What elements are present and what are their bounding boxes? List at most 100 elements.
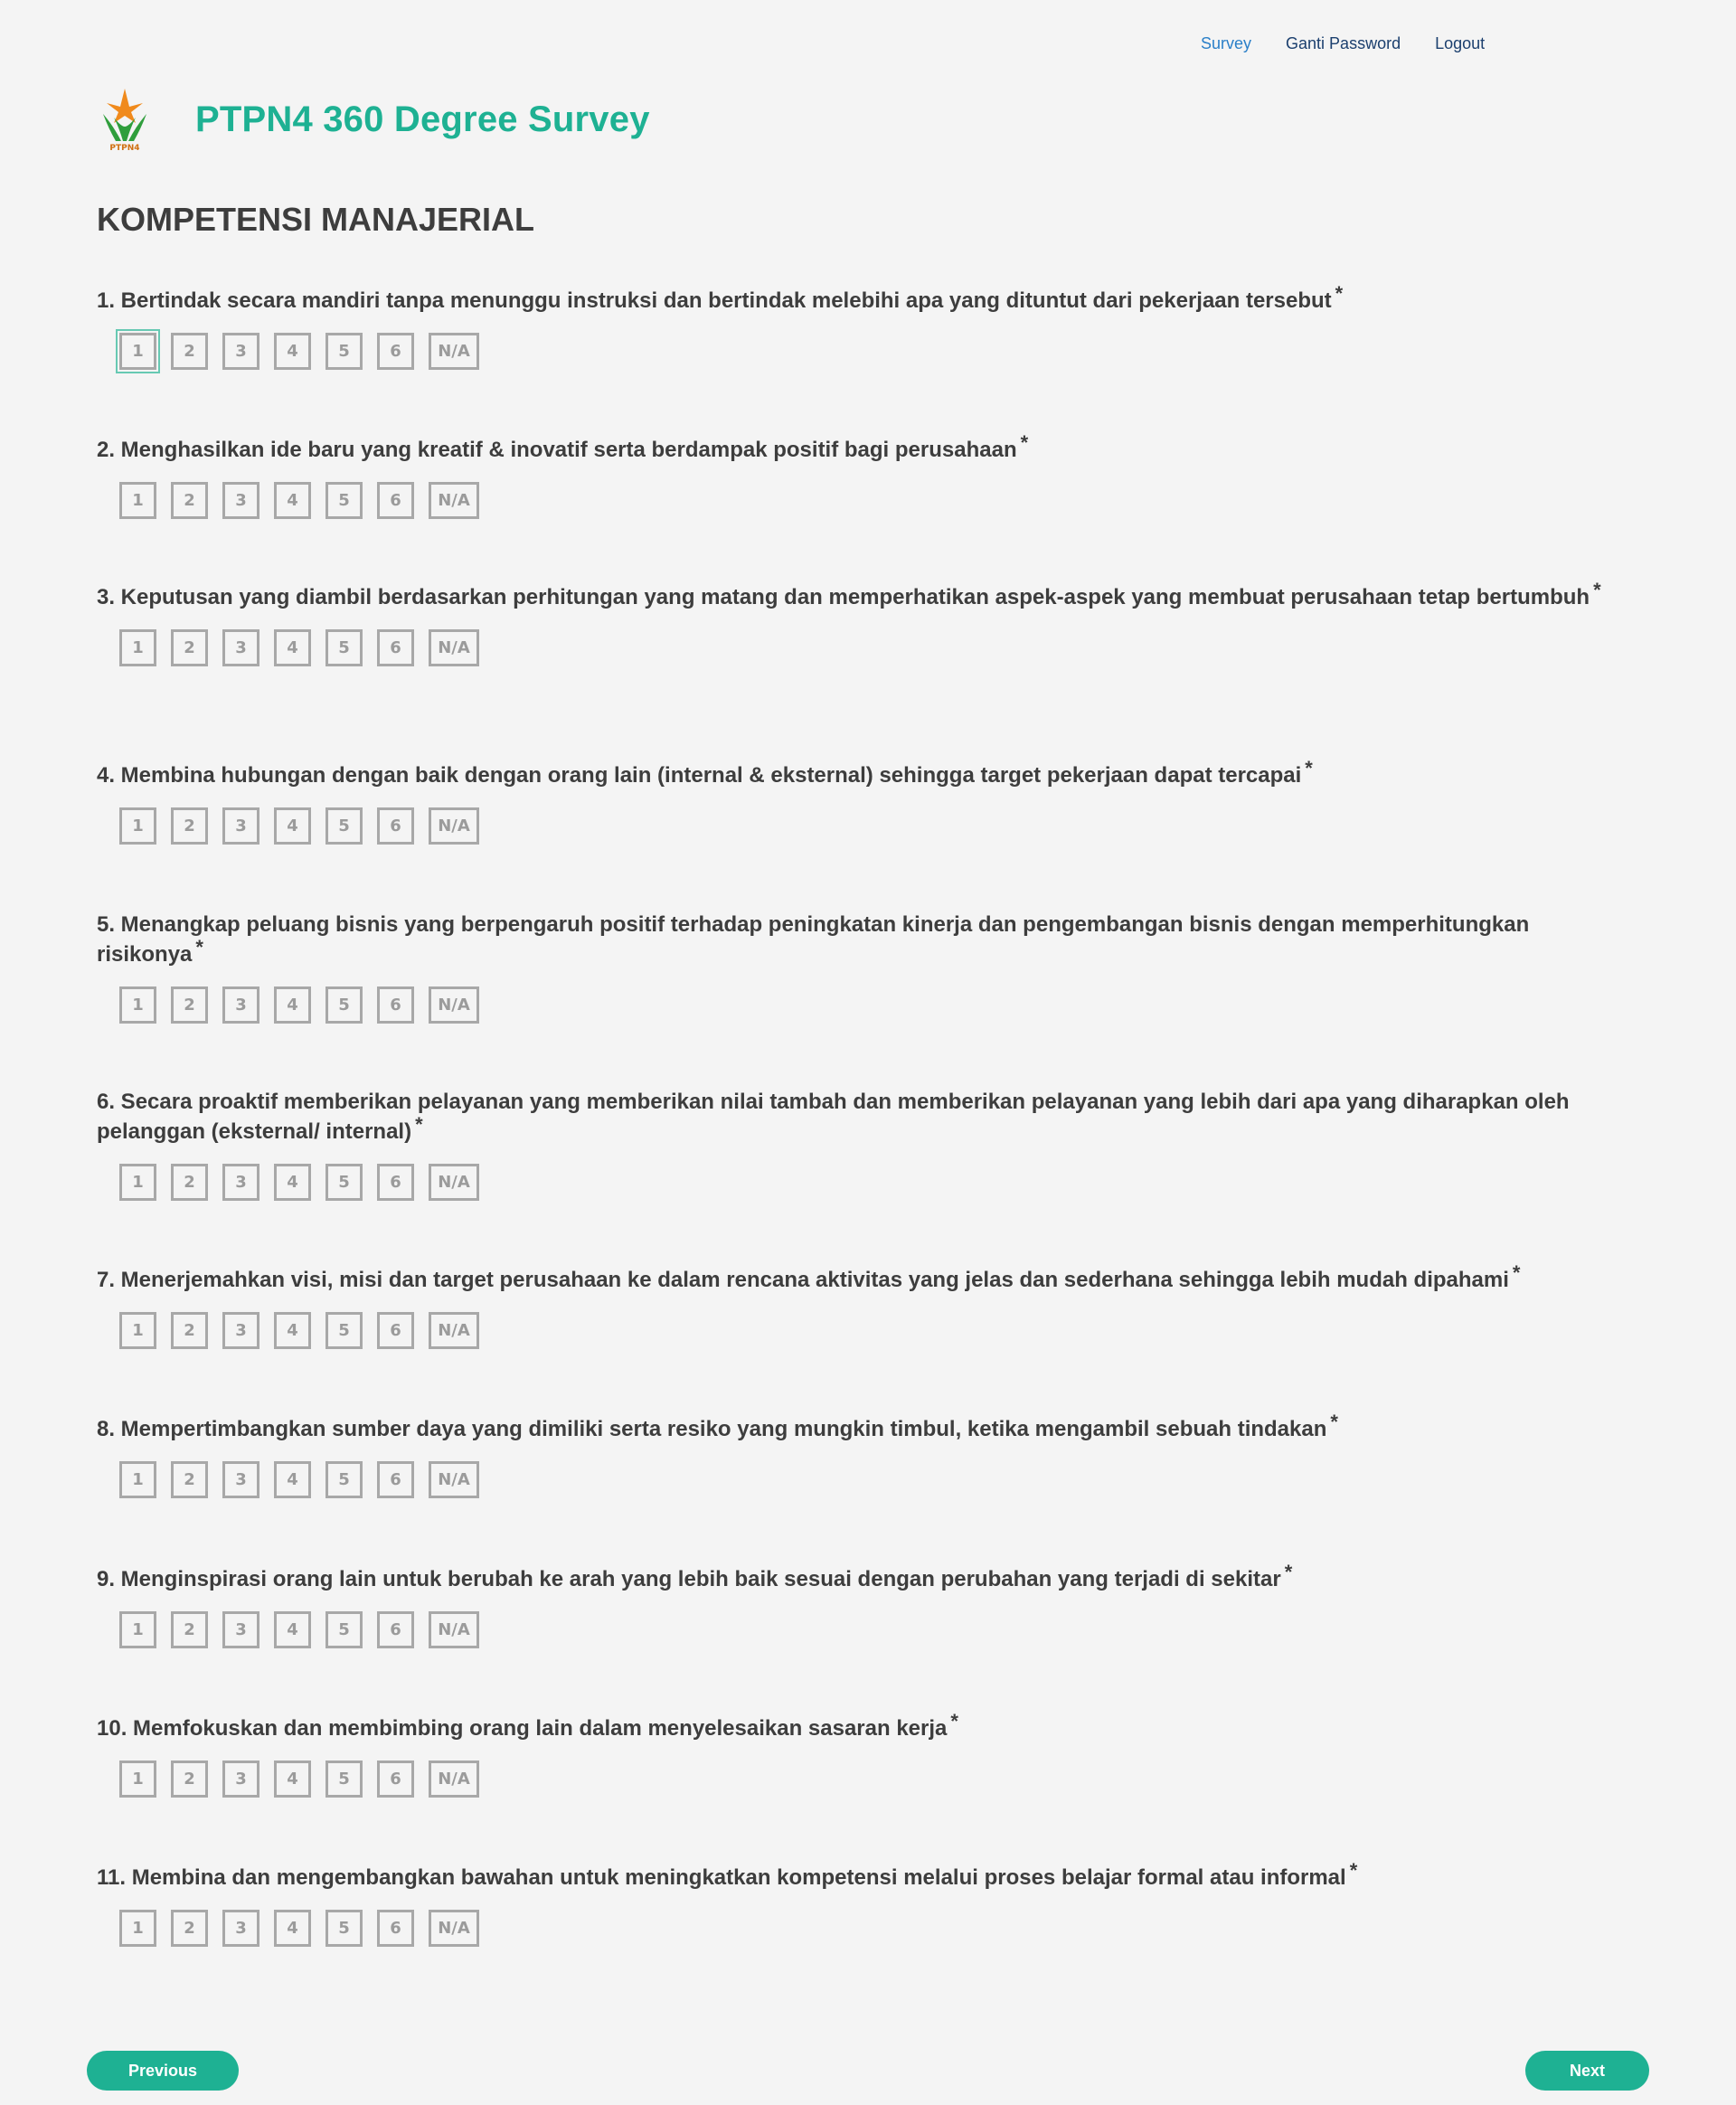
rating-option-5[interactable]: 5 [326, 629, 363, 666]
rating-option-5[interactable]: 5 [326, 1164, 363, 1201]
rating-option-6[interactable]: 6 [377, 1312, 414, 1349]
app-title: PTPN4 360 Degree Survey [195, 99, 650, 139]
rating-option-1[interactable]: 1 [119, 1611, 156, 1648]
rating-option-4[interactable]: 4 [274, 1461, 311, 1498]
rating-option-na[interactable]: N/A [429, 1910, 479, 1947]
rating-option-5[interactable]: 5 [326, 482, 363, 519]
question-text: 11. Membina dan mengembangkan bawahan un… [97, 1859, 1634, 1893]
rating-option-3[interactable]: 3 [222, 1461, 259, 1498]
question-label: 7. Menerjemahkan visi, misi dan target p… [97, 1268, 1509, 1292]
rating-option-2[interactable]: 2 [171, 482, 208, 519]
rating-option-1[interactable]: 1 [119, 482, 156, 519]
rating-option-6[interactable]: 6 [377, 986, 414, 1024]
rating-option-1[interactable]: 1 [119, 1312, 156, 1349]
rating-option-3[interactable]: 3 [222, 1164, 259, 1201]
rating-option-3[interactable]: 3 [222, 807, 259, 845]
rating-option-na[interactable]: N/A [429, 482, 479, 519]
rating-option-6[interactable]: 6 [377, 629, 414, 666]
rating-option-3[interactable]: 3 [222, 629, 259, 666]
previous-button[interactable]: Previous [87, 2051, 239, 2091]
rating-option-4[interactable]: 4 [274, 1164, 311, 1201]
rating-option-4[interactable]: 4 [274, 482, 311, 519]
question-label: 2. Menghasilkan ide baru yang kreatif & … [97, 438, 1017, 462]
rating-option-6[interactable]: 6 [377, 1760, 414, 1798]
rating-option-3[interactable]: 3 [222, 482, 259, 519]
rating-option-4[interactable]: 4 [274, 333, 311, 370]
rating-option-3[interactable]: 3 [222, 1312, 259, 1349]
question-text: 2. Menghasilkan ide baru yang kreatif & … [97, 431, 1634, 465]
rating-option-na[interactable]: N/A [429, 986, 479, 1024]
rating-option-4[interactable]: 4 [274, 807, 311, 845]
rating-option-2[interactable]: 2 [171, 986, 208, 1024]
question-text: 4. Membina hubungan dengan baik dengan o… [97, 757, 1634, 790]
rating-option-5[interactable]: 5 [326, 807, 363, 845]
rating-option-5[interactable]: 5 [326, 986, 363, 1024]
rating-option-5[interactable]: 5 [326, 1910, 363, 1947]
required-asterisk: * [1512, 1261, 1521, 1284]
rating-option-na[interactable]: N/A [429, 629, 479, 666]
rating-option-6[interactable]: 6 [377, 333, 414, 370]
rating-option-2[interactable]: 2 [171, 807, 208, 845]
rating-option-1[interactable]: 1 [119, 629, 156, 666]
rating-option-2[interactable]: 2 [171, 1760, 208, 1798]
rating-option-1[interactable]: 1 [116, 329, 160, 373]
ptpn4-logo-icon: PTPN4 [103, 89, 146, 152]
rating-option-4[interactable]: 4 [274, 629, 311, 666]
rating-option-1[interactable]: 1 [119, 1910, 156, 1947]
required-asterisk: * [415, 1113, 423, 1136]
rating-option-6[interactable]: 6 [377, 1611, 414, 1648]
rating-option-na[interactable]: N/A [429, 1760, 479, 1798]
rating-option-3[interactable]: 3 [222, 1760, 259, 1798]
rating-option-5[interactable]: 5 [326, 1461, 363, 1498]
rating-option-1[interactable]: 1 [119, 1760, 156, 1798]
nav-logout-link[interactable]: Logout [1435, 34, 1485, 53]
rating-option-na[interactable]: N/A [429, 1611, 479, 1648]
rating-option-1[interactable]: 1 [119, 1461, 156, 1498]
question-label: 3. Keputusan yang diambil berdasarkan pe… [97, 585, 1590, 609]
rating-option-5[interactable]: 5 [326, 1611, 363, 1648]
rating-option-3[interactable]: 3 [222, 1910, 259, 1947]
rating-option-6[interactable]: 6 [377, 482, 414, 519]
question-4: 4. Membina hubungan dengan baik dengan o… [97, 757, 1634, 845]
question-text: 1. Bertindak secara mandiri tanpa menung… [97, 282, 1634, 316]
rating-option-na[interactable]: N/A [429, 1461, 479, 1498]
next-button[interactable]: Next [1525, 2051, 1649, 2091]
rating-option-2[interactable]: 2 [171, 1910, 208, 1947]
question-label: 6. Secara proaktif memberikan pelayanan … [97, 1090, 1570, 1144]
brand-header: PTPN4 PTPN4 360 Degree Survey [96, 87, 650, 152]
nav-survey-link[interactable]: Survey [1201, 34, 1251, 53]
rating-option-2[interactable]: 2 [171, 1461, 208, 1498]
rating-option-na[interactable]: N/A [429, 333, 479, 370]
rating-option-2[interactable]: 2 [171, 1164, 208, 1201]
question-label: 10. Memfokuskan dan membimbing orang lai… [97, 1716, 948, 1741]
nav-change-password-link[interactable]: Ganti Password [1286, 34, 1401, 53]
rating-option-na[interactable]: N/A [429, 1164, 479, 1201]
rating-option-2[interactable]: 2 [171, 629, 208, 666]
rating-option-6[interactable]: 6 [377, 1910, 414, 1947]
rating-option-6[interactable]: 6 [377, 1461, 414, 1498]
rating-option-4[interactable]: 4 [274, 986, 311, 1024]
rating-option-1[interactable]: 1 [119, 986, 156, 1024]
rating-option-6[interactable]: 6 [377, 807, 414, 845]
rating-option-5[interactable]: 5 [326, 333, 363, 370]
rating-option-2[interactable]: 2 [171, 1611, 208, 1648]
required-asterisk: * [1593, 579, 1601, 601]
rating-option-6[interactable]: 6 [377, 1164, 414, 1201]
rating-option-4[interactable]: 4 [274, 1910, 311, 1947]
rating-option-4[interactable]: 4 [274, 1312, 311, 1349]
rating-option-3[interactable]: 3 [222, 1611, 259, 1648]
rating-option-3[interactable]: 3 [222, 986, 259, 1024]
rating-option-na[interactable]: N/A [429, 1312, 479, 1349]
rating-option-4[interactable]: 4 [274, 1760, 311, 1798]
rating-option-3[interactable]: 3 [222, 333, 259, 370]
rating-option-2[interactable]: 2 [171, 333, 208, 370]
rating-option-5[interactable]: 5 [326, 1760, 363, 1798]
rating-option-na[interactable]: N/A [429, 807, 479, 845]
rating-options: 1 2 3 4 5 6 N/A [119, 482, 1634, 519]
question-10: 10. Memfokuskan dan membimbing orang lai… [97, 1710, 1634, 1798]
rating-option-5[interactable]: 5 [326, 1312, 363, 1349]
rating-option-1[interactable]: 1 [119, 807, 156, 845]
rating-option-2[interactable]: 2 [171, 1312, 208, 1349]
rating-option-1[interactable]: 1 [119, 1164, 156, 1201]
rating-option-4[interactable]: 4 [274, 1611, 311, 1648]
